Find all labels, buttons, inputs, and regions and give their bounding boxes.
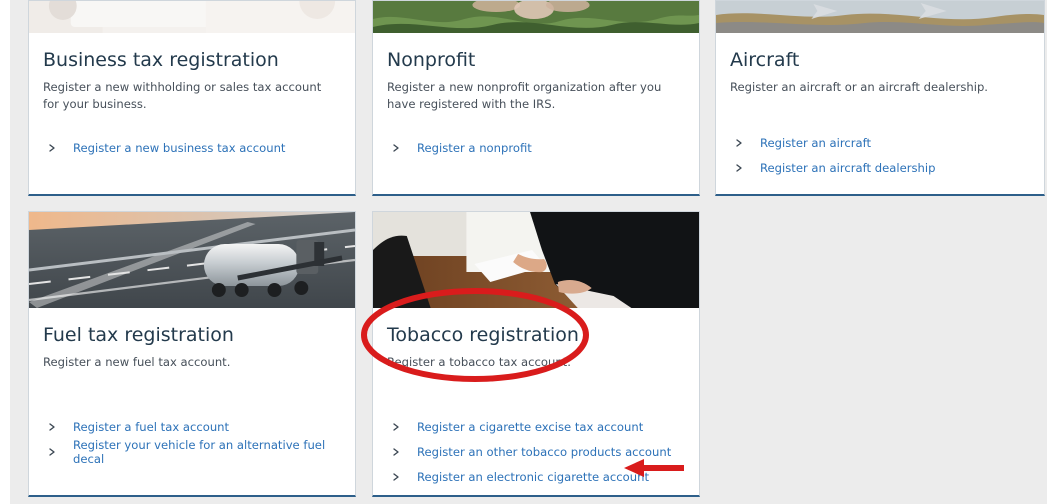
tobacco-links: Register a cigarette excise tax account … bbox=[387, 414, 683, 489]
registration-page: Business tax registration Register a new… bbox=[0, 0, 1047, 504]
chevron-right-icon bbox=[387, 418, 405, 436]
aircraft-hero-image bbox=[716, 1, 1044, 33]
chevron-right-icon bbox=[43, 139, 61, 157]
card-fuel-tax-registration: Fuel tax registration Register a new fue… bbox=[28, 211, 356, 497]
business-tax-description: Register a new withholding or sales tax … bbox=[43, 80, 322, 111]
aircraft-links: Register an aircraft Register an aircraf… bbox=[730, 130, 1028, 180]
fuel-truck-image bbox=[29, 212, 355, 308]
register-cigarette-excise-tax-account-link[interactable]: Register a cigarette excise tax account bbox=[417, 420, 643, 434]
tobacco-business-image bbox=[373, 212, 699, 308]
register-alternative-fuel-decal-link[interactable]: Register your vehicle for an alternative… bbox=[73, 438, 339, 466]
aircraft-link-item[interactable]: Register an aircraft bbox=[730, 130, 1028, 155]
aircraft-description: Register an aircraft or an aircraft deal… bbox=[730, 80, 988, 94]
fuel-tax-links: Register a fuel tax account Register you… bbox=[43, 414, 339, 466]
nonprofit-image bbox=[373, 1, 699, 33]
fuel-tax-title: Fuel tax registration bbox=[43, 324, 234, 346]
register-nonprofit-link[interactable]: Register a nonprofit bbox=[417, 141, 532, 155]
nonprofit-title: Nonprofit bbox=[387, 49, 476, 71]
chevron-right-icon bbox=[387, 468, 405, 486]
card-tobacco-registration: Tobacco registration Register a tobacco … bbox=[372, 211, 700, 497]
fuel-tax-hero-image bbox=[29, 212, 355, 308]
register-aircraft-link[interactable]: Register an aircraft bbox=[760, 136, 871, 150]
chevron-right-icon bbox=[43, 418, 61, 436]
nonprofit-links: Register a nonprofit bbox=[387, 135, 683, 160]
tobacco-link-item[interactable]: Register a cigarette excise tax account bbox=[387, 414, 683, 439]
tobacco-electronic-cigarette-link-item[interactable]: Register an electronic cigarette account bbox=[387, 464, 683, 489]
left-page-strip bbox=[0, 0, 10, 504]
fuel-tax-description: Register a new fuel tax account. bbox=[43, 355, 231, 369]
chevron-right-icon bbox=[43, 443, 61, 461]
register-other-tobacco-products-account-link[interactable]: Register an other tobacco products accou… bbox=[417, 445, 671, 459]
chevron-right-icon bbox=[730, 134, 748, 152]
register-fuel-tax-account-link[interactable]: Register a fuel tax account bbox=[73, 420, 229, 434]
register-aircraft-dealership-link[interactable]: Register an aircraft dealership bbox=[760, 161, 935, 175]
card-aircraft: Aircraft Register an aircraft or an airc… bbox=[715, 0, 1045, 196]
tobacco-description: Register a tobacco tax account. bbox=[387, 355, 571, 369]
aircraft-dealership-link-item[interactable]: Register an aircraft dealership bbox=[730, 155, 1028, 180]
business-tax-links: Register a new business tax account bbox=[43, 135, 339, 160]
aircraft-image bbox=[716, 1, 1044, 33]
chevron-right-icon bbox=[730, 159, 748, 177]
aircraft-title: Aircraft bbox=[730, 49, 800, 71]
tobacco-other-products-link-item[interactable]: Register an other tobacco products accou… bbox=[387, 439, 683, 464]
nonprofit-description: Register a new nonprofit organization af… bbox=[387, 80, 662, 111]
business-tax-hero-image bbox=[29, 1, 355, 33]
card-business-tax-registration: Business tax registration Register a new… bbox=[28, 0, 356, 196]
business-tax-link-item[interactable]: Register a new business tax account bbox=[43, 135, 339, 160]
business-tax-title: Business tax registration bbox=[43, 49, 279, 71]
fuel-tax-link-item[interactable]: Register a fuel tax account bbox=[43, 414, 339, 439]
card-nonprofit: Nonprofit Register a new nonprofit organ… bbox=[372, 0, 700, 196]
register-electronic-cigarette-account-link[interactable]: Register an electronic cigarette account bbox=[417, 470, 649, 484]
nonprofit-link-item[interactable]: Register a nonprofit bbox=[387, 135, 683, 160]
chevron-right-icon bbox=[387, 139, 405, 157]
nonprofit-hero-image bbox=[373, 1, 699, 33]
business-tax-image bbox=[29, 1, 355, 33]
register-new-business-tax-account-link[interactable]: Register a new business tax account bbox=[73, 141, 285, 155]
fuel-decal-link-item[interactable]: Register your vehicle for an alternative… bbox=[43, 438, 339, 466]
tobacco-hero-image bbox=[373, 212, 699, 308]
tobacco-title: Tobacco registration bbox=[387, 324, 579, 346]
chevron-right-icon bbox=[387, 443, 405, 461]
